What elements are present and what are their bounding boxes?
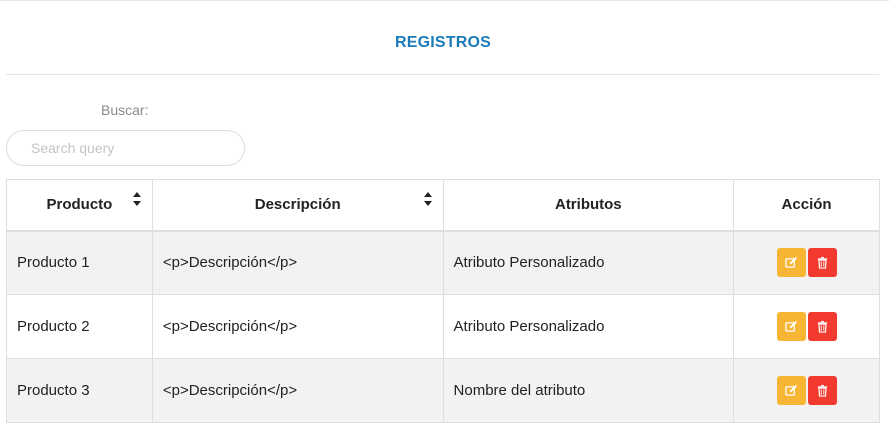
table-row: Producto 2 <p>Descripción</p> Atributo P… xyxy=(6,294,880,359)
delete-button[interactable] xyxy=(807,376,837,405)
trash-icon xyxy=(817,320,827,333)
cell-descripcion: <p>Descripción</p> xyxy=(151,230,444,295)
delete-button[interactable] xyxy=(807,248,837,278)
column-header-label: Acción xyxy=(781,196,832,214)
cell-accion xyxy=(733,358,880,423)
edit-button[interactable] xyxy=(776,376,806,405)
search-input[interactable] xyxy=(6,130,245,166)
edit-icon xyxy=(784,384,797,396)
page: REGISTROS Buscar: Producto Descripción A… xyxy=(0,0,889,437)
column-header-producto[interactable]: Producto xyxy=(6,179,153,232)
cell-producto: Producto 1 xyxy=(6,230,153,295)
cell-producto: Producto 2 xyxy=(6,294,153,359)
row-actions xyxy=(744,312,869,341)
column-header-accion: Acción xyxy=(733,179,880,232)
page-title: REGISTROS xyxy=(394,34,492,51)
table-row: Producto 1 <p>Descripción</p> Atributo P… xyxy=(6,230,880,295)
column-header-atributos: Atributos xyxy=(442,179,735,232)
title-divider xyxy=(6,74,879,75)
cell-atributos: Nombre del atributo xyxy=(442,358,735,423)
top-divider xyxy=(0,0,889,1)
row-actions xyxy=(744,376,869,405)
trash-icon xyxy=(817,257,827,269)
sort-icon[interactable] xyxy=(423,192,432,206)
table-row: Producto 3 <p>Descripción</p> Nombre del… xyxy=(6,358,880,423)
edit-icon xyxy=(784,320,797,332)
cell-atributos: Atributo Personalizado xyxy=(442,230,735,295)
cell-accion xyxy=(733,294,880,359)
cell-descripcion: <p>Descripción</p> xyxy=(151,294,444,359)
edit-button[interactable] xyxy=(776,312,806,341)
sort-icon[interactable] xyxy=(132,192,141,206)
edit-button[interactable] xyxy=(776,248,806,278)
trash-icon xyxy=(817,384,827,397)
cell-atributos: Atributo Personalizado xyxy=(442,294,735,359)
records-table: Producto Descripción Atributos Acción Pr… xyxy=(6,179,880,423)
row-actions xyxy=(744,248,869,278)
search-label: Buscar: xyxy=(101,102,149,118)
edit-icon xyxy=(784,257,797,269)
table-header-row: Producto Descripción Atributos Acción xyxy=(6,179,880,232)
cell-producto: Producto 3 xyxy=(6,358,153,423)
column-header-label: Descripción xyxy=(254,196,341,214)
column-header-descripcion[interactable]: Descripción xyxy=(151,179,444,232)
cell-descripcion: <p>Descripción</p> xyxy=(151,358,444,423)
column-header-label: Atributos xyxy=(554,196,622,214)
column-header-label: Producto xyxy=(46,196,113,214)
cell-accion xyxy=(733,230,880,295)
delete-button[interactable] xyxy=(807,312,837,341)
